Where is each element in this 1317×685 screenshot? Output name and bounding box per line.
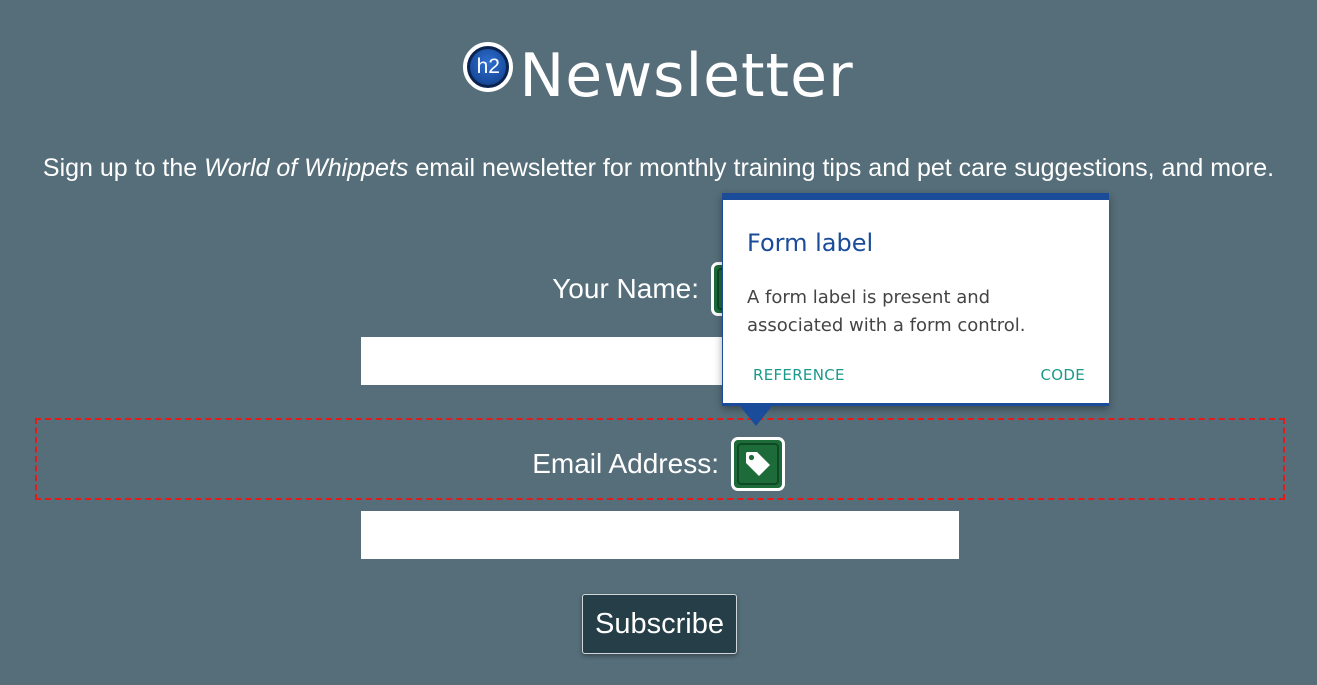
email-input[interactable] xyxy=(361,511,959,559)
email-tag-icon[interactable] xyxy=(730,437,785,491)
intro-suffix: email newsletter for monthly training ti… xyxy=(408,154,1275,182)
tooltip-arrow xyxy=(740,406,772,426)
tag-icon xyxy=(745,452,770,476)
tooltip-body: A form label is present and associated w… xyxy=(747,287,1026,336)
page: h2 Newsletter Sign up to the World of Whi… xyxy=(0,0,1317,685)
h2-badge-icon[interactable]: h2 xyxy=(463,42,514,92)
name-label-row: Your Name: xyxy=(0,262,1317,316)
subscribe-button[interactable]: Subscribe xyxy=(582,594,737,654)
page-heading: h2 Newsletter xyxy=(0,40,1317,112)
h2-badge-text: h2 xyxy=(476,55,500,78)
name-label: Your Name: xyxy=(552,273,700,304)
intro-emphasis: World of Whippets xyxy=(204,154,409,182)
code-link[interactable]: CODE xyxy=(1040,366,1085,384)
reference-link[interactable]: REFERENCE xyxy=(753,366,845,384)
email-label-row: Email Address: xyxy=(0,437,1317,491)
intro-prefix: Sign up to the xyxy=(42,154,205,182)
email-label: Email Address: xyxy=(532,448,719,479)
form-label-tooltip: Form label A form label is present and a… xyxy=(722,193,1109,406)
tooltip-title: Form label xyxy=(747,229,874,257)
page-title: Newsletter xyxy=(519,41,854,111)
intro-paragraph: Sign up to the World of Whippets email n… xyxy=(40,150,1277,186)
